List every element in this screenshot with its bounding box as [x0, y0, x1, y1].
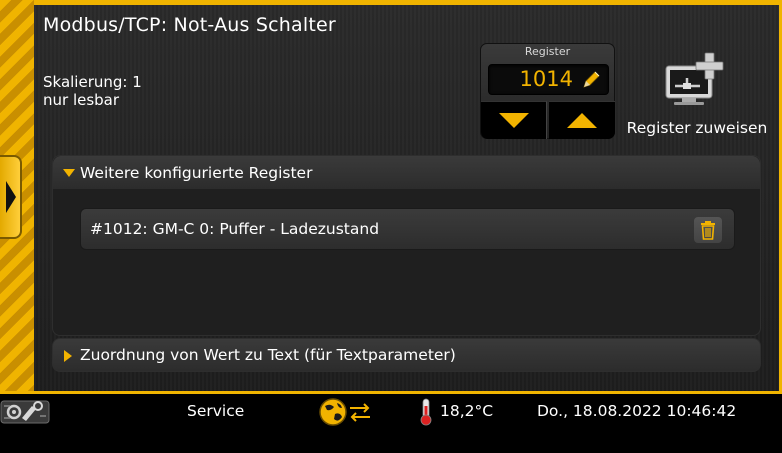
main-content: Modbus/TCP: Not-Aus Schalter Skalierung:… [34, 5, 779, 391]
status-bar: Service 18,2°C Do., 18.08.2022 10:46:42 [0, 394, 782, 430]
value-mapping-title: Zuordnung von Wert zu Text (für Textpara… [80, 346, 456, 364]
delete-register-button[interactable] [694, 217, 722, 243]
trash-icon [701, 221, 715, 240]
register-value: 1014 [519, 67, 573, 91]
register-item-label: #1012: GM-C 0: Puffer - Ladezustand [90, 220, 380, 238]
arrow-up-icon [567, 113, 597, 128]
caret-down-icon [63, 169, 75, 177]
arrow-down-icon [498, 113, 529, 128]
network-globe-icon[interactable] [318, 397, 376, 427]
temperature-readout: 18,2°C [440, 402, 494, 420]
access-info: nur lesbar [43, 91, 120, 109]
register-spinner: Register 1014 [480, 43, 615, 139]
thermometer-icon [420, 398, 432, 426]
assign-register-button[interactable]: Register zuweisen [620, 50, 774, 140]
register-label: Register [524, 45, 571, 58]
register-increment-button[interactable] [549, 101, 615, 139]
datetime-readout: Do., 18.08.2022 10:46:42 [537, 402, 737, 420]
further-registers-header[interactable]: Weitere konfigurierte Register [53, 156, 760, 189]
list-item[interactable]: #1012: GM-C 0: Puffer - Ladezustand [80, 208, 735, 250]
monitor-network-add-icon [665, 52, 724, 105]
further-registers-title: Weitere konfigurierte Register [80, 164, 313, 182]
further-registers-panel: Weitere konfigurierte Register #1012: GM… [52, 155, 761, 336]
assign-register-label: Register zuweisen [626, 119, 768, 137]
caret-right-icon [64, 350, 72, 362]
app-window: Modbus/TCP: Not-Aus Schalter Skalierung:… [0, 0, 782, 453]
register-input[interactable]: 1014 [488, 64, 609, 95]
page-title: Modbus/TCP: Not-Aus Schalter [43, 14, 336, 36]
service-tools-icon[interactable] [0, 398, 50, 426]
scaling-info: Skalierung: 1 [43, 73, 142, 91]
chevron-right-icon [6, 181, 16, 213]
register-decrement-button[interactable] [481, 101, 547, 139]
service-label[interactable]: Service [187, 402, 244, 420]
value-mapping-header[interactable]: Zuordnung von Wert zu Text (für Textpara… [52, 338, 761, 372]
pencil-icon[interactable] [580, 69, 602, 91]
side-menu-toggle[interactable] [0, 155, 22, 239]
